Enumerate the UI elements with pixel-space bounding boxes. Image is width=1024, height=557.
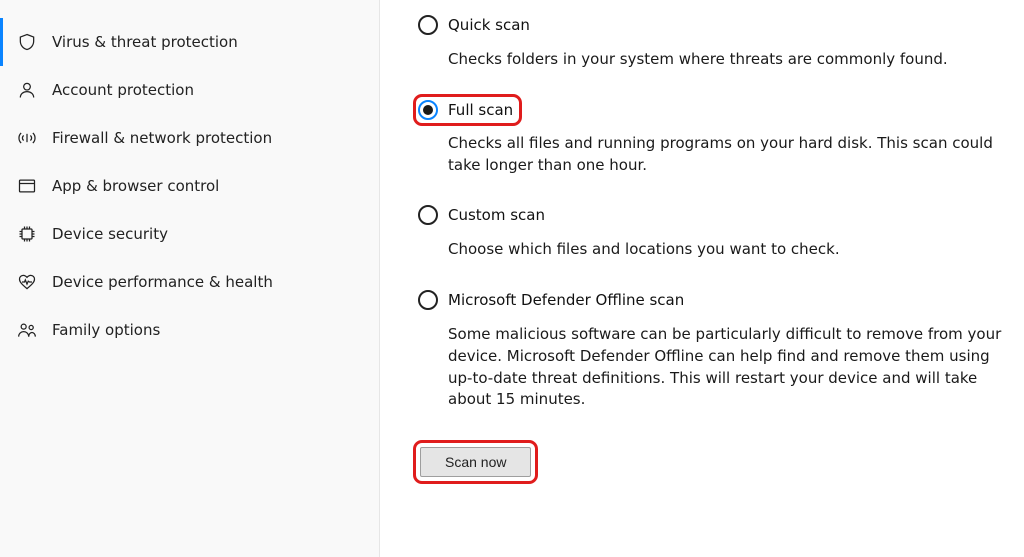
option-desc: Checks all files and running programs on… [448,133,1008,177]
option-offline-scan: Microsoft Defender Offline scan Some mal… [416,287,1018,411]
signal-icon [12,128,42,148]
option-title: Full scan [448,101,513,119]
radio-quick-scan[interactable]: Quick scan [416,12,536,38]
sidebar-item-account-protection[interactable]: Account protection [0,66,379,114]
radio-icon [418,290,438,310]
scan-now-highlight: Scan now [416,443,535,481]
sidebar-item-label: App & browser control [52,177,219,195]
option-title: Microsoft Defender Offline scan [448,291,684,309]
chip-icon [12,224,42,244]
sidebar-item-device-performance-health[interactable]: Device performance & health [0,258,379,306]
sidebar-item-label: Device performance & health [52,273,273,291]
radio-icon [418,15,438,35]
person-icon [12,80,42,100]
sidebar-item-label: Family options [52,321,160,339]
option-full-scan: Full scan Checks all files and running p… [416,97,1018,177]
sidebar-item-label: Device security [52,225,168,243]
option-custom-scan: Custom scan Choose which files and locat… [416,202,1018,261]
radio-icon [418,205,438,225]
sidebar-item-device-security[interactable]: Device security [0,210,379,258]
option-title: Custom scan [448,206,545,224]
sidebar-item-firewall-network-protection[interactable]: Firewall & network protection [0,114,379,162]
sidebar: Virus & threat protection Account protec… [0,0,380,557]
sidebar-item-label: Virus & threat protection [52,33,238,51]
main-panel: Quick scan Checks folders in your system… [380,0,1024,557]
option-desc: Choose which files and locations you wan… [448,239,1008,261]
option-title: Quick scan [448,16,530,34]
people-icon [12,320,42,340]
option-desc: Some malicious software can be particula… [448,324,1008,411]
option-quick-scan: Quick scan Checks folders in your system… [416,12,1018,71]
option-desc: Checks folders in your system where thre… [448,49,1008,71]
sidebar-item-virus-threat-protection[interactable]: Virus & threat protection [0,18,379,66]
radio-offline-scan[interactable]: Microsoft Defender Offline scan [416,287,690,313]
sidebar-item-app-browser-control[interactable]: App & browser control [0,162,379,210]
sidebar-item-family-options[interactable]: Family options [0,306,379,354]
sidebar-item-label: Firewall & network protection [52,129,272,147]
shield-icon [12,32,42,52]
heart-icon [12,272,42,292]
radio-full-scan[interactable]: Full scan [416,97,519,123]
sidebar-item-label: Account protection [52,81,194,99]
scan-now-button[interactable]: Scan now [420,447,531,477]
radio-custom-scan[interactable]: Custom scan [416,202,551,228]
radio-icon [418,100,438,120]
window-icon [12,176,42,196]
